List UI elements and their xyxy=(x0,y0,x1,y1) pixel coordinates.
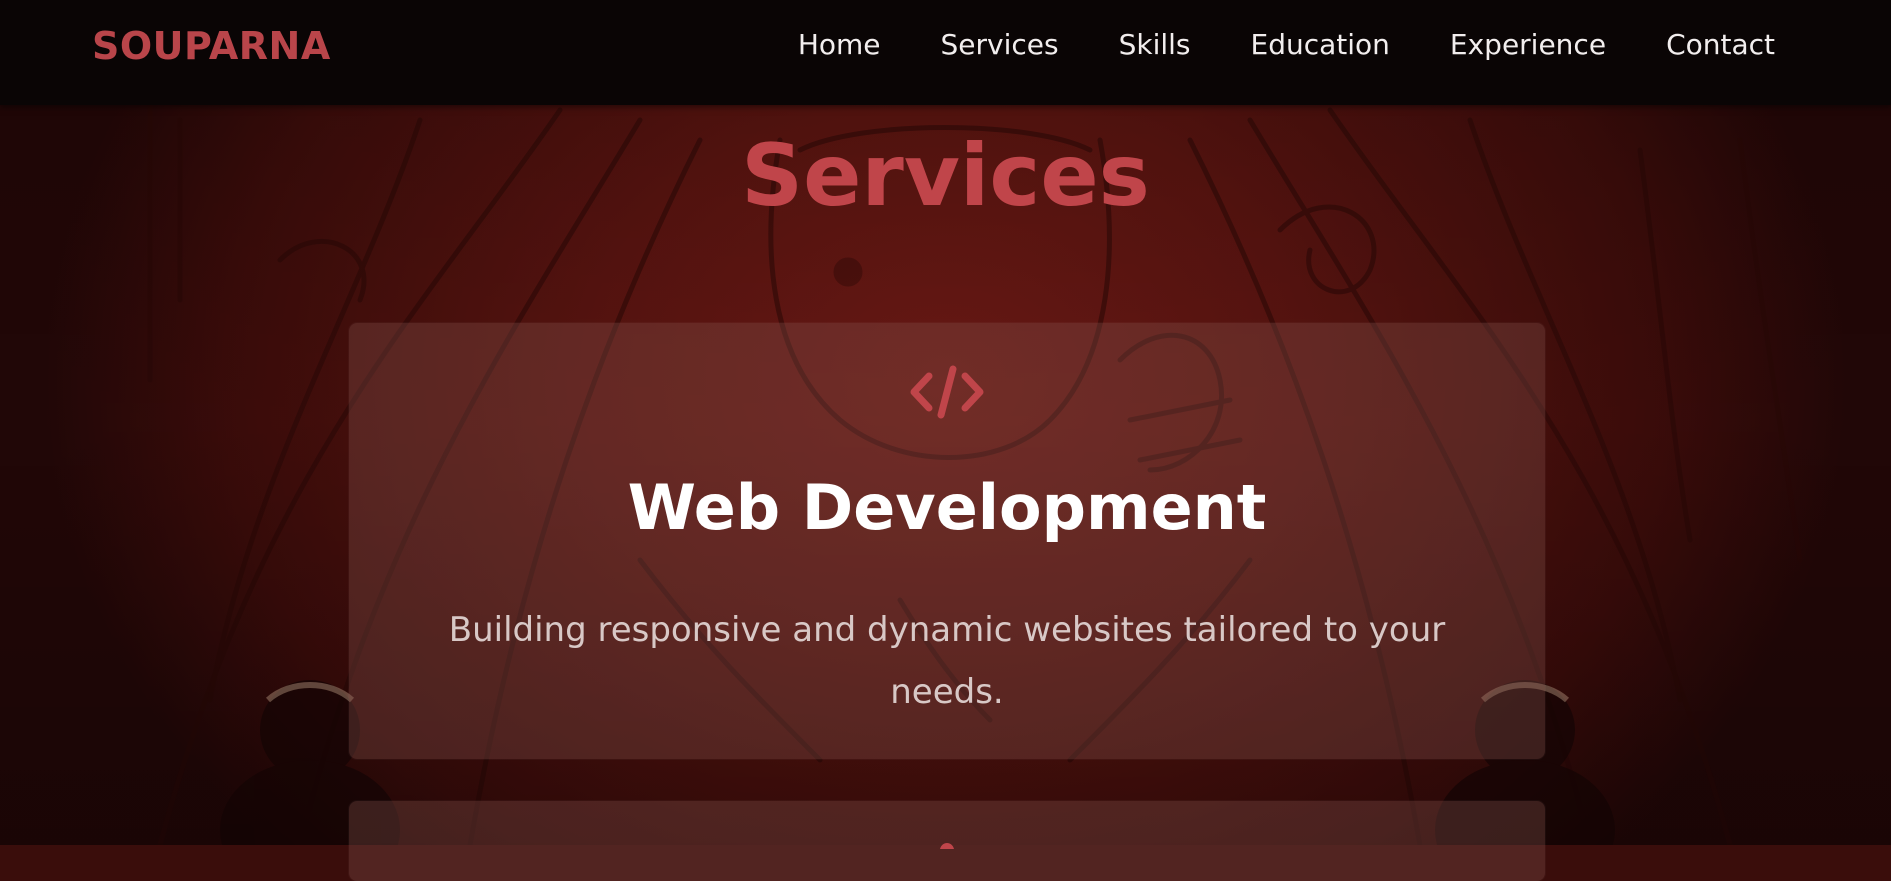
nav-link-contact[interactable]: Contact xyxy=(1666,28,1775,61)
card-title: Web Development xyxy=(627,471,1267,544)
nav-link-education[interactable]: Education xyxy=(1251,28,1390,61)
nav-link-home[interactable]: Home xyxy=(798,28,881,61)
service-card-web-development: Web Development Building responsive and … xyxy=(349,323,1545,759)
nav-link-services[interactable]: Services xyxy=(941,28,1059,61)
section-title: Services xyxy=(741,126,1150,226)
navbar: SOUPARNA Home Services Skills Education … xyxy=(0,0,1891,105)
service-icon xyxy=(940,843,954,849)
nav-link-experience[interactable]: Experience xyxy=(1450,28,1606,61)
service-card xyxy=(349,801,1545,881)
card-description: Building responsive and dynamic websites… xyxy=(448,610,1446,712)
nav-link-skills[interactable]: Skills xyxy=(1119,28,1191,61)
brand-logo[interactable]: SOUPARNA xyxy=(92,24,331,68)
code-icon xyxy=(349,363,1545,425)
nav-menu: Home Services Skills Education Experienc… xyxy=(798,28,1775,61)
